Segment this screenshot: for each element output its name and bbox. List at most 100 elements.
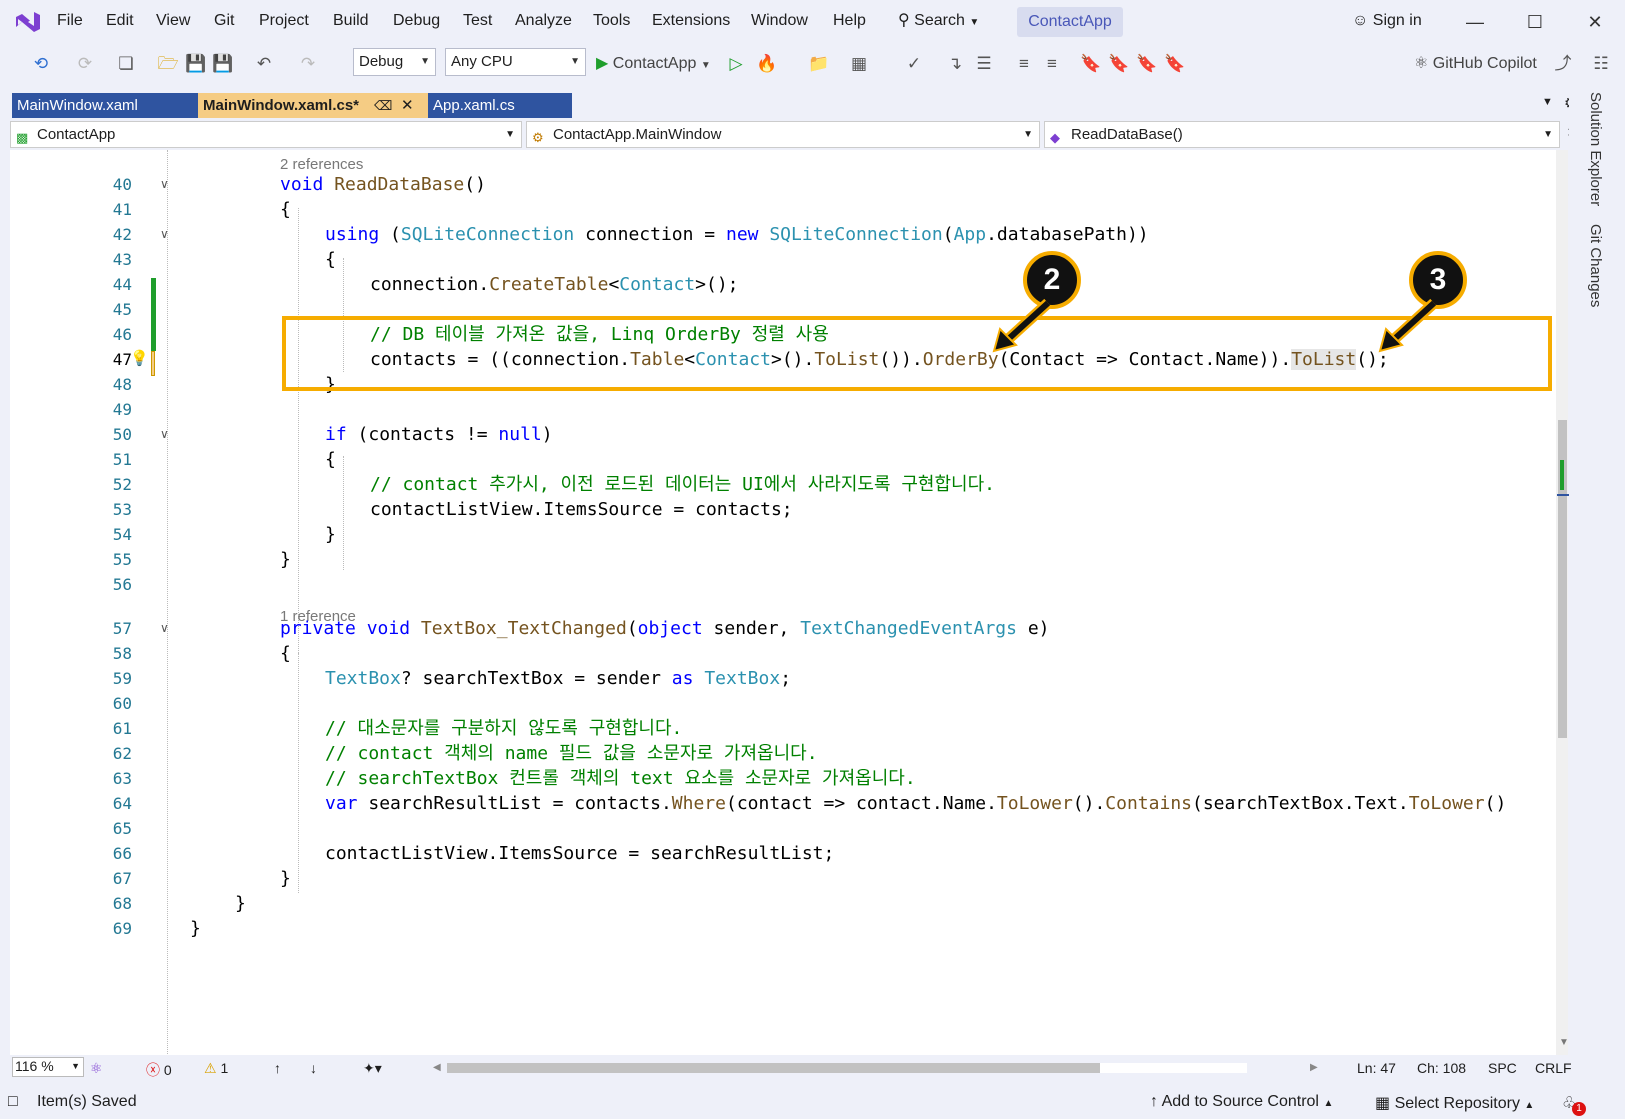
menu-file[interactable]: File xyxy=(57,12,83,30)
previous-bookmark-icon[interactable]: 🔖 xyxy=(1108,53,1130,75)
layout-icon[interactable]: ▦ xyxy=(848,53,870,75)
uncomment-icon[interactable]: ≡ xyxy=(1041,53,1063,75)
chevron-up-icon: ▲ xyxy=(1524,1100,1535,1111)
code-cleanup-icon[interactable]: ✦▾ xyxy=(363,1060,382,1077)
line-indicator[interactable]: Ln: 47 xyxy=(1357,1060,1396,1076)
horizontal-scroll-thumb[interactable] xyxy=(447,1063,1100,1073)
search-box[interactable]: ⚲ Search ▼ xyxy=(898,10,979,34)
code-line: TextBox? searchTextBox = sender as TextB… xyxy=(325,668,792,689)
column-indicator[interactable]: Ch: 108 xyxy=(1417,1060,1466,1076)
next-issue-icon[interactable]: ↓ xyxy=(310,1060,317,1076)
undo-icon[interactable]: ↶ xyxy=(253,53,275,75)
scroll-down-icon[interactable]: ▼ xyxy=(1559,1037,1569,1048)
copilot-status-icon[interactable]: ⚛ xyxy=(90,1060,103,1077)
menu-debug[interactable]: Debug xyxy=(393,12,440,30)
platform-select[interactable]: Any CPU ▼ xyxy=(445,48,586,76)
document-outline-icon[interactable]: ☰ xyxy=(973,53,995,75)
menu-view[interactable]: View xyxy=(156,12,190,30)
tab-mainwindow-xaml[interactable]: MainWindow.xaml xyxy=(12,93,198,118)
git-changes-tab[interactable]: Git Changes xyxy=(1587,224,1604,307)
navigate-back-icon[interactable]: ⟲ xyxy=(30,53,52,75)
clear-bookmarks-icon[interactable]: 🔖 xyxy=(1164,53,1186,75)
menu-edit[interactable]: Edit xyxy=(106,12,134,30)
menu-window[interactable]: Window xyxy=(751,12,808,30)
github-copilot-button[interactable]: ⚛ GitHub Copilot xyxy=(1414,52,1537,76)
chevron-down-icon: ▼ xyxy=(71,1061,80,1071)
lightbulb-icon[interactable]: 💡 xyxy=(130,349,149,367)
menu-extensions[interactable]: Extensions xyxy=(652,12,730,30)
save-icon[interactable]: 💾 xyxy=(185,53,207,75)
select-repository-button[interactable]: ▦ Select Repository ▲ xyxy=(1375,1093,1534,1113)
start-debugging-button[interactable]: ▶ ContactApp ▼ xyxy=(596,52,711,76)
code-line: if (contacts != null) xyxy=(325,424,553,445)
add-to-source-control-button[interactable]: ↑ Add to Source Control ▲ xyxy=(1150,1093,1333,1111)
previous-issue-icon[interactable]: ↑ xyxy=(274,1060,281,1076)
tab-app-xaml-cs[interactable]: App.xaml.cs xyxy=(428,93,572,118)
menu-git[interactable]: Git xyxy=(214,12,234,30)
error-icon: ⓧ xyxy=(146,1062,160,1078)
horizontal-scrollbar[interactable] xyxy=(447,1063,1247,1073)
new-project-icon[interactable]: ❏ xyxy=(115,53,137,75)
project-dropdown[interactable]: ▩ ContactApp ▼ xyxy=(10,121,522,148)
scroll-left-icon[interactable]: ◀ xyxy=(433,1062,441,1073)
close-window-button[interactable]: ✕ xyxy=(1575,8,1615,36)
sign-in-button[interactable]: ☺ Sign in xyxy=(1352,12,1422,30)
browse-folder-icon[interactable]: 📁 xyxy=(808,53,830,75)
menu-help[interactable]: Help xyxy=(833,12,866,30)
title-bar: File Edit View Git Project Build Debug T… xyxy=(0,0,1625,44)
menu-analyze[interactable]: Analyze xyxy=(515,12,572,30)
tab-overflow-icon[interactable]: ▼ xyxy=(1542,96,1553,108)
repository-icon: ▦ xyxy=(1375,1095,1391,1112)
menu-tools[interactable]: Tools xyxy=(593,12,630,30)
start-without-debugging-icon[interactable]: ▷ xyxy=(725,53,747,75)
errors-indicator[interactable]: ⓧ 0 xyxy=(146,1060,172,1080)
line-number: 59 xyxy=(112,669,132,688)
line-ending-indicator[interactable]: CRLF xyxy=(1535,1060,1572,1076)
chevron-down-icon: ▼ xyxy=(420,56,430,67)
bookmark-icon[interactable]: 🔖 xyxy=(1080,53,1102,75)
line-number: 68 xyxy=(112,894,132,913)
step-into-icon[interactable]: ↴ xyxy=(944,53,966,75)
scroll-right-icon[interactable]: ▶ xyxy=(1310,1062,1318,1073)
open-folder-icon[interactable]: 🗁 xyxy=(157,53,179,75)
zoom-select[interactable]: 116 % ▼ xyxy=(12,1057,84,1077)
warnings-indicator[interactable]: ⚠ 1 xyxy=(204,1060,228,1077)
minimize-button[interactable]: — xyxy=(1455,8,1495,36)
fold-toggle-icon[interactable]: ∨ xyxy=(160,422,169,447)
hot-reload-icon[interactable]: 🔥 xyxy=(756,53,778,75)
navigation-bar: ▩ ContactApp ▼ ⚙ ContactApp.MainWindow ▼… xyxy=(10,121,1578,149)
share-icon[interactable]: ⤴ xyxy=(1552,53,1574,75)
pin-icon[interactable]: ⌫ xyxy=(374,93,392,118)
feedback-icon[interactable]: ☷ xyxy=(1590,53,1612,75)
configuration-select[interactable]: Debug ▼ xyxy=(353,48,436,76)
code-editor[interactable]: 2 references 1 reference 40 41 42 43 44 … xyxy=(10,150,1556,1055)
visual-studio-logo-icon xyxy=(16,12,40,32)
solution-explorer-tab[interactable]: Solution Explorer xyxy=(1587,92,1604,206)
code-comment: // contact 추가시, 이전 로드된 데이터는 UI에서 사라지도록 구… xyxy=(370,474,996,495)
save-all-icon[interactable]: 💾 xyxy=(212,53,234,75)
solution-name-badge: ContactApp xyxy=(1017,7,1123,37)
member-dropdown[interactable]: ◆ ReadDataBase() ▼ xyxy=(1044,121,1560,148)
platform-value: Any CPU xyxy=(451,53,513,70)
menu-build[interactable]: Build xyxy=(333,12,369,30)
line-number: 40 xyxy=(112,175,132,194)
redo-icon[interactable]: ↷ xyxy=(297,53,319,75)
fold-toggle-icon[interactable]: ∨ xyxy=(160,616,169,641)
comment-out-icon[interactable]: ≡ xyxy=(1013,53,1035,75)
fold-toggle-icon[interactable]: ∨ xyxy=(160,172,169,197)
close-icon[interactable]: ✕ xyxy=(401,93,414,118)
whitespace-indicator[interactable]: SPC xyxy=(1488,1060,1517,1076)
tab-mainwindow-xaml-cs[interactable]: MainWindow.xaml.cs* ⌫ ✕ xyxy=(198,93,428,118)
navigate-forward-icon[interactable]: ⟳ xyxy=(74,53,96,75)
spell-check-icon[interactable]: ✓ xyxy=(903,53,925,75)
next-bookmark-icon[interactable]: 🔖 xyxy=(1136,53,1158,75)
menu-project[interactable]: Project xyxy=(259,12,309,30)
editor-status-strip: 116 % ▼ ⚛ ⓧ 0 ⚠ 1 ↑ ↓ ✦▾ ◀ ▶ Ln: 47 Ch: … xyxy=(10,1055,1572,1082)
class-icon: ⚙ xyxy=(532,130,544,145)
menu-test[interactable]: Test xyxy=(463,12,492,30)
notifications-button[interactable]: ♧ 1 xyxy=(1562,1093,1586,1116)
class-dropdown[interactable]: ⚙ ContactApp.MainWindow ▼ xyxy=(526,121,1040,148)
fold-toggle-icon[interactable]: ∨ xyxy=(160,222,169,247)
maximize-button[interactable]: ☐ xyxy=(1515,8,1555,36)
line-number: 50 xyxy=(112,425,132,444)
